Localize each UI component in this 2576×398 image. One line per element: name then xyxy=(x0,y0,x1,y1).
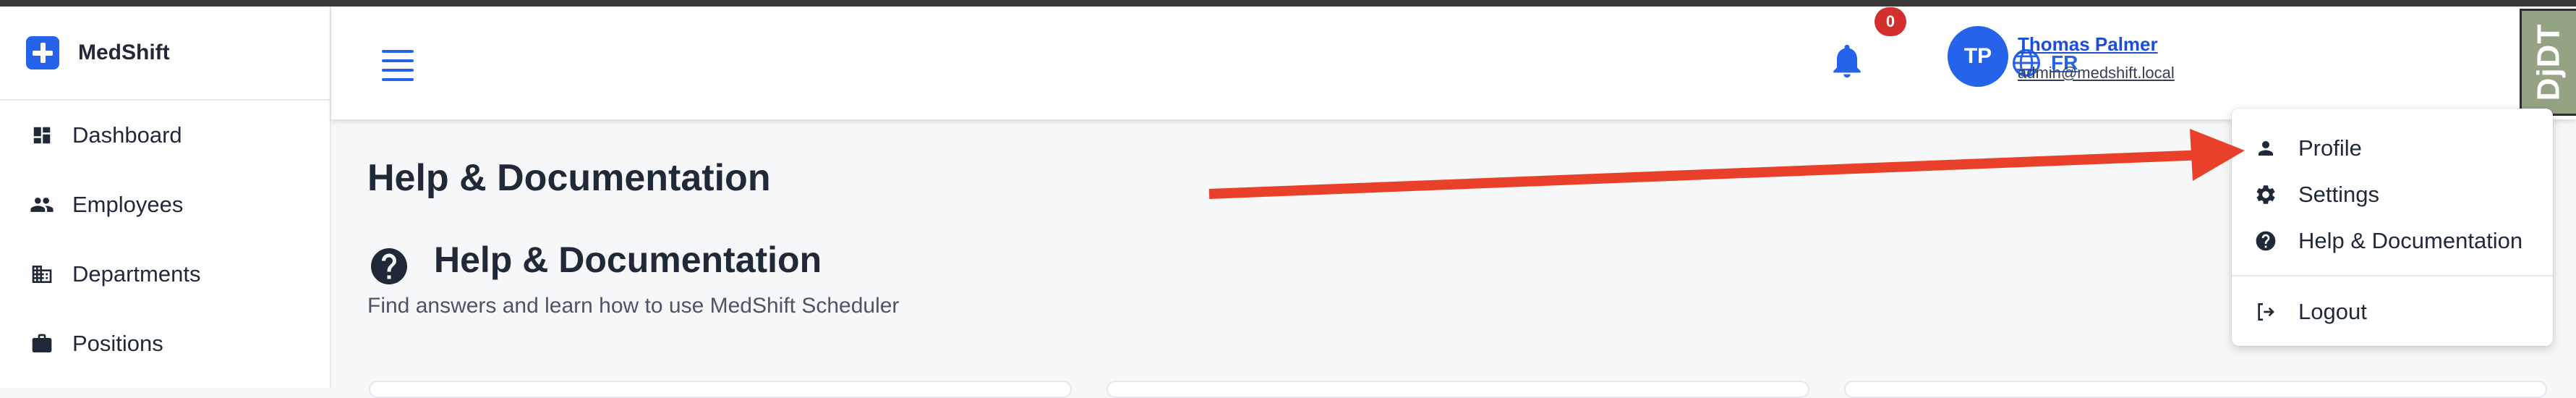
annotation-arrow xyxy=(1208,129,2245,199)
